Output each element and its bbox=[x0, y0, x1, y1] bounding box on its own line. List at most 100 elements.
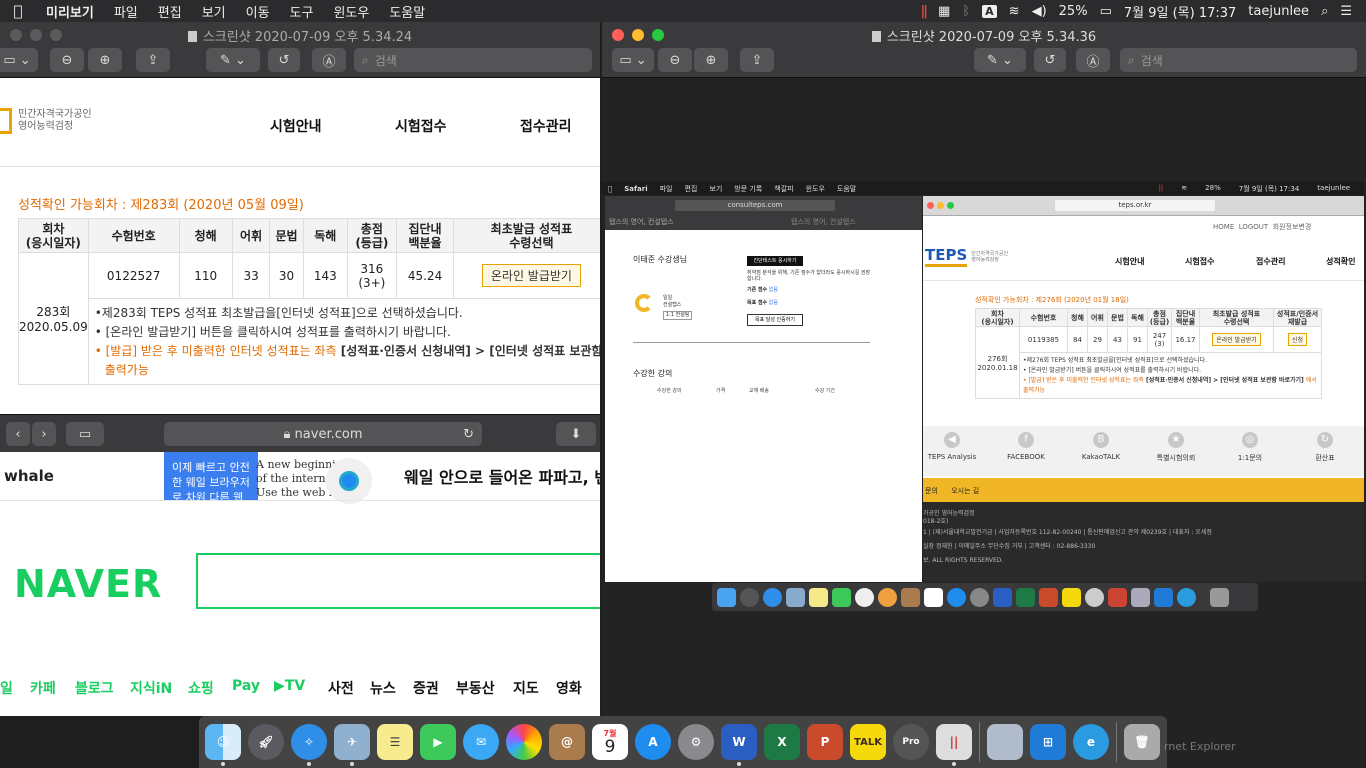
naver-search-input[interactable] bbox=[196, 553, 600, 609]
sidebar-button[interactable]: ▭ bbox=[66, 422, 104, 446]
search-field[interactable]: ⌕ 검색 bbox=[1120, 48, 1357, 72]
inner-messages-icon bbox=[855, 587, 874, 607]
windows-icon[interactable]: ⊞ bbox=[1030, 724, 1066, 760]
courses-col: 교재 배송 bbox=[749, 388, 769, 394]
parallels-icon[interactable]: || bbox=[921, 4, 928, 19]
download-button[interactable]: ⬇ bbox=[556, 422, 596, 446]
menu-window[interactable]: 윈도우 bbox=[323, 2, 379, 21]
menu-shopping[interactable]: 쇼핑 bbox=[188, 678, 214, 698]
word-icon[interactable]: W bbox=[721, 724, 757, 766]
menu-pay[interactable]: Pay bbox=[232, 678, 260, 694]
inner-yellow-bar: 문의 오시는 길 bbox=[923, 478, 1364, 502]
final-cut-pro-icon[interactable]: Pro bbox=[893, 724, 929, 760]
wifi-icon[interactable]: ≋ bbox=[1009, 4, 1020, 19]
whale-ad-text[interactable]: 웨일 안으로 들어온 파파고, 번 bbox=[404, 464, 600, 488]
menu-stock[interactable]: 증권 bbox=[413, 678, 439, 698]
menu-help[interactable]: 도움말 bbox=[379, 2, 435, 21]
menu-news[interactable]: 뉴스 bbox=[370, 678, 396, 698]
menu-tv[interactable]: ▶TV bbox=[274, 678, 305, 694]
contacts-icon[interactable]: @ bbox=[549, 724, 585, 760]
user-name[interactable]: taejunlee bbox=[1248, 4, 1309, 19]
zoom-in-button[interactable]: ⊕ bbox=[88, 48, 122, 72]
forward-button[interactable]: › bbox=[32, 422, 56, 446]
back-button[interactable]: ‹ bbox=[6, 422, 30, 446]
share-button[interactable]: ⇪ bbox=[136, 48, 170, 72]
markup-toolbar-button[interactable]: Ⓐ bbox=[312, 48, 346, 72]
search-field[interactable]: ⌕ 검색 bbox=[354, 48, 592, 72]
calendar-icon[interactable]: 7월 9 bbox=[592, 724, 628, 760]
zoom-out-button[interactable]: ⊖ bbox=[658, 48, 692, 72]
video-icon[interactable]: ▦ bbox=[938, 4, 950, 19]
menu-edit[interactable]: 편집 bbox=[148, 2, 192, 21]
online-issue-button[interactable]: 온라인 발급받기 bbox=[481, 264, 581, 287]
volume-icon[interactable]: ◀) bbox=[1032, 4, 1047, 19]
excel-icon[interactable]: X bbox=[764, 724, 800, 760]
whale-ad-blue[interactable]: 이제 빠르고 안전한 웨일 브라우저로 차원 다른 웹 서핑을 bbox=[164, 452, 258, 500]
notification-center-icon[interactable]: ☰ bbox=[1340, 4, 1352, 19]
menu-app-preview[interactable]: 미리보기 bbox=[36, 2, 104, 21]
inner-parallels-icon bbox=[1108, 587, 1127, 607]
sidebar-toggle-button[interactable]: ▭ ⌄ bbox=[612, 48, 654, 72]
menu-go[interactable]: 이동 bbox=[236, 2, 280, 21]
inner-powerpoint-icon bbox=[1039, 587, 1058, 607]
kakaotalk-icon[interactable]: TALK bbox=[850, 724, 886, 760]
menu-mail[interactable]: 일 bbox=[0, 678, 13, 698]
apple-menu-icon[interactable]:  bbox=[0, 2, 36, 20]
safari-icon[interactable]: ✧ bbox=[291, 724, 327, 766]
screenshot-folder-icon[interactable] bbox=[987, 724, 1023, 760]
notes-icon[interactable]: ☰ bbox=[377, 724, 413, 760]
nav-register-manage[interactable]: 접수관리 bbox=[520, 116, 572, 136]
cell-grammar: 30 bbox=[269, 252, 304, 299]
preview-icon[interactable]: ✈ bbox=[334, 724, 370, 766]
parallels-icon[interactable]: || bbox=[936, 724, 972, 766]
internet-explorer-icon[interactable]: e bbox=[1073, 724, 1109, 760]
battery-percent[interactable]: 25% bbox=[1059, 4, 1088, 19]
clock[interactable]: 7월 9일 (목) 17:37 bbox=[1124, 2, 1236, 21]
menu-realestate[interactable]: 부동산 bbox=[456, 678, 495, 698]
menu-cafe[interactable]: 카페 bbox=[30, 678, 56, 698]
zoom-out-button[interactable]: ⊖ bbox=[50, 48, 84, 72]
nav-exam-info[interactable]: 시험안내 bbox=[270, 116, 322, 136]
messages-icon[interactable]: ✉ bbox=[463, 724, 499, 760]
trash-icon[interactable]: 🗑︎ bbox=[1124, 724, 1160, 760]
sidebar-toggle-button[interactable]: ▭ ⌄ bbox=[0, 48, 38, 72]
facetime-icon[interactable]: ▶ bbox=[420, 724, 456, 760]
launchpad-icon[interactable]: 🚀︎ bbox=[248, 724, 284, 760]
rotate-button[interactable]: ↺ bbox=[268, 48, 300, 72]
powerpoint-icon[interactable]: P bbox=[807, 724, 843, 760]
inner-menu-item: 파일 bbox=[655, 184, 673, 193]
markup-toolbar-button[interactable]: Ⓐ bbox=[1076, 48, 1110, 72]
window-title: 스크린샷 2020-07-09 오후 5.34.24 bbox=[0, 26, 600, 45]
cell-percentile: 45.24 bbox=[395, 252, 455, 299]
finder-icon[interactable]: ☺ bbox=[205, 724, 241, 766]
address-bar[interactable]: 🔒︎ naver.com ↻ bbox=[164, 422, 482, 446]
naver-logo[interactable]: NAVER bbox=[14, 562, 162, 606]
menu-tools[interactable]: 도구 bbox=[280, 2, 324, 21]
system-preferences-icon[interactable]: ⚙ bbox=[678, 724, 714, 760]
app-store-icon[interactable]: A bbox=[635, 724, 671, 760]
inner-menu-item: 편집 bbox=[680, 184, 697, 193]
photos-icon[interactable] bbox=[506, 724, 542, 760]
markup-pen-button[interactable]: ✎ ⌄ bbox=[206, 48, 260, 72]
menu-dict[interactable]: 사전 bbox=[328, 678, 354, 698]
share-button[interactable]: ⇪ bbox=[740, 48, 774, 72]
inner-nav: 시험접수 bbox=[1185, 257, 1215, 266]
nav-exam-register[interactable]: 시험접수 bbox=[395, 116, 447, 136]
bluetooth-icon[interactable]: ᛒ bbox=[962, 4, 970, 19]
menu-movie[interactable]: 영화 bbox=[556, 678, 582, 698]
menu-blog[interactable]: 블로그 bbox=[75, 678, 114, 698]
menu-kin[interactable]: 지식iN bbox=[130, 678, 172, 698]
zoom-in-button[interactable]: ⊕ bbox=[694, 48, 728, 72]
inner-dock bbox=[712, 583, 1258, 611]
menu-file[interactable]: 파일 bbox=[104, 2, 148, 21]
rotate-button[interactable]: ↺ bbox=[1034, 48, 1066, 72]
whale-logo-icon[interactable] bbox=[326, 458, 372, 504]
reload-icon[interactable]: ↻ bbox=[463, 427, 474, 442]
input-source-icon[interactable]: A bbox=[982, 4, 997, 18]
brand-text: 일일 컨설텝스 1:1 컨설팅 bbox=[663, 295, 693, 320]
spotlight-icon[interactable]: ⌕ bbox=[1321, 4, 1328, 19]
menu-map[interactable]: 지도 bbox=[513, 678, 539, 698]
markup-pen-button[interactable]: ✎ ⌄ bbox=[974, 48, 1026, 72]
menu-view[interactable]: 보기 bbox=[192, 2, 236, 21]
battery-icon[interactable]: ▭ bbox=[1100, 4, 1112, 19]
